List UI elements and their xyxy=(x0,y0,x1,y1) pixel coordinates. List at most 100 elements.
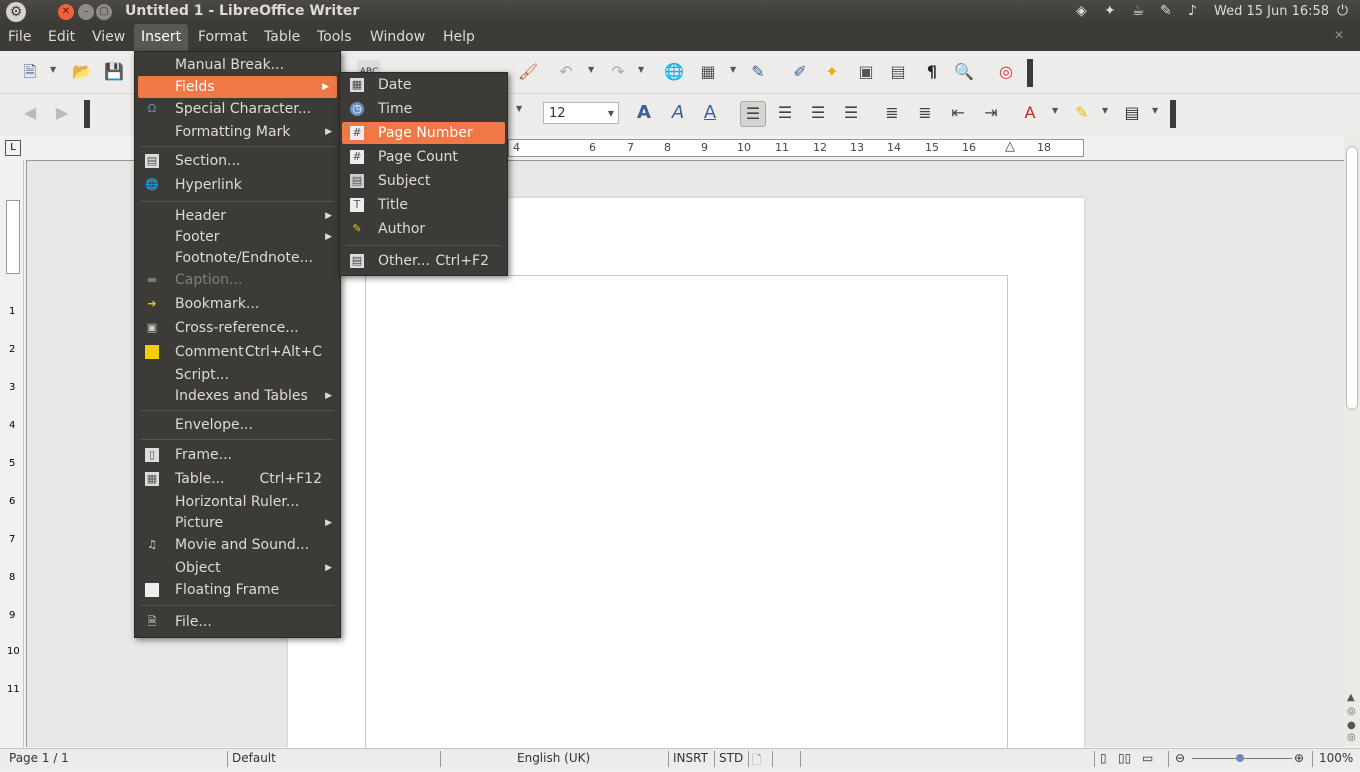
menu-item-table[interactable]: ▦ Table... Ctrl+F12 xyxy=(135,468,340,490)
messaging-icon[interactable]: ☕ xyxy=(1132,3,1145,19)
menu-item-title[interactable]: T Title xyxy=(340,194,507,216)
gallery-icon[interactable]: ▣ xyxy=(854,60,878,84)
align-center-icon[interactable]: ☰ xyxy=(773,101,797,125)
network-icon[interactable]: ◈ xyxy=(1076,3,1087,19)
menu-item-caption[interactable]: ▬ Caption... xyxy=(135,269,340,291)
menu-view[interactable]: View xyxy=(85,24,132,51)
navigator-icon[interactable]: ✦ xyxy=(820,60,844,84)
menu-edit[interactable]: Edit xyxy=(41,24,82,51)
menu-item-bookmark[interactable]: ➜ Bookmark... xyxy=(135,293,340,315)
menu-item-picture[interactable]: Picture ▶ xyxy=(135,512,340,534)
zoom-level[interactable]: 100% xyxy=(1319,751,1353,765)
hyperlink-icon[interactable]: 🌐 xyxy=(662,60,686,84)
menu-item-footnote[interactable]: Footnote/Endnote... xyxy=(135,247,340,269)
new-document-icon[interactable]: 🗎 xyxy=(18,60,42,84)
background-dropdown-icon[interactable]: ▼ xyxy=(1152,106,1158,115)
save-icon[interactable]: 💾 xyxy=(102,60,126,84)
menu-help[interactable]: Help xyxy=(436,24,482,51)
minimize-window-button[interactable]: – xyxy=(78,4,94,20)
menu-item-page-number[interactable]: # Page Number xyxy=(342,122,505,144)
show-draw-functions-icon[interactable]: ✎ xyxy=(746,60,770,84)
justify-icon[interactable]: ☰ xyxy=(839,101,863,125)
font-name-dropdown-icon[interactable]: ▼ xyxy=(516,104,522,113)
book-view-icon[interactable]: ▭ xyxy=(1142,751,1153,765)
menu-item-other[interactable]: ▤ Other... Ctrl+F2 xyxy=(340,250,507,272)
new-dropdown-icon[interactable]: ▼ xyxy=(50,65,56,74)
underline-icon[interactable]: A xyxy=(698,101,722,125)
menu-item-comment[interactable]: Comment Ctrl+Alt+C xyxy=(135,341,340,363)
decrease-indent-icon[interactable]: ⇤ xyxy=(946,101,970,125)
menu-item-frame[interactable]: ▯ Frame... xyxy=(135,444,340,466)
close-window-button[interactable]: ✕ xyxy=(58,4,74,20)
dropbox-icon[interactable]: ✦ xyxy=(1104,3,1116,19)
menubar-close-icon[interactable]: ✕ xyxy=(1334,28,1344,42)
power-icon[interactable]: ⏻ xyxy=(1337,3,1348,19)
font-color-icon[interactable]: A xyxy=(1018,101,1042,125)
maximize-window-button[interactable]: ▢ xyxy=(96,4,112,20)
clone-formatting-icon[interactable]: 🖌 xyxy=(516,60,540,84)
page-style[interactable]: Default xyxy=(232,751,276,765)
menu-item-subject[interactable]: ▤ Subject xyxy=(340,170,507,192)
menu-item-floating-frame[interactable]: Floating Frame xyxy=(135,579,340,601)
tab-type-icon[interactable]: L xyxy=(5,140,21,156)
menu-item-script[interactable]: Script... xyxy=(135,364,340,386)
menu-item-author[interactable]: ✎ Author xyxy=(340,218,507,240)
font-size-dropdown-icon[interactable]: ▼ xyxy=(608,103,614,125)
menu-item-hyperlink[interactable]: 🌐 Hyperlink xyxy=(135,174,340,196)
help-icon[interactable]: ◎ xyxy=(994,60,1018,84)
find-replace-icon[interactable]: ✐ xyxy=(788,60,812,84)
menu-table[interactable]: Table xyxy=(257,24,307,51)
menu-item-footer[interactable]: Footer ▶ xyxy=(135,226,340,248)
zoom-in-icon[interactable]: ⊕ xyxy=(1294,751,1304,765)
menu-item-formatting-mark[interactable]: Formatting Mark ▶ xyxy=(135,121,340,143)
zoom-icon[interactable]: 🔍 xyxy=(952,60,976,84)
page-indicator[interactable]: Page 1 / 1 xyxy=(9,751,69,765)
redo-icon[interactable]: ↷ xyxy=(606,60,630,84)
zoom-slider-handle[interactable] xyxy=(1236,754,1244,762)
bold-icon[interactable]: A xyxy=(632,101,656,125)
toolbar-handle[interactable] xyxy=(1027,59,1033,87)
table-dropdown-icon[interactable]: ▼ xyxy=(730,65,736,74)
language-indicator[interactable]: English (UK) xyxy=(517,751,590,765)
redo-dropdown-icon[interactable]: ▼ xyxy=(638,65,644,74)
single-page-view-icon[interactable]: ▯ xyxy=(1100,751,1107,765)
highlighting-icon[interactable]: ✎ xyxy=(1070,101,1094,125)
formatting-marks-icon[interactable]: ¶ xyxy=(920,60,944,84)
menu-item-section[interactable]: ▤ Section... xyxy=(135,150,340,172)
clock[interactable]: Wed 15 Jun 16:58 xyxy=(1214,4,1329,19)
pen-icon[interactable]: ✎ xyxy=(1160,3,1172,19)
open-icon[interactable]: 📂 xyxy=(70,60,94,84)
menu-item-date[interactable]: ▦ Date xyxy=(340,74,507,96)
undo-icon[interactable]: ↶ xyxy=(554,60,578,84)
undo-dropdown-icon[interactable]: ▼ xyxy=(588,65,594,74)
insert-mode[interactable]: INSRT xyxy=(673,751,708,765)
scrollbar-thumb[interactable] xyxy=(1346,146,1358,410)
menu-item-header[interactable]: Header ▶ xyxy=(135,205,340,227)
dash-icon[interactable]: ⚙ xyxy=(6,2,26,22)
scroll-up-icon[interactable]: ▲ xyxy=(1347,692,1355,703)
menu-item-time[interactable]: ◷ Time xyxy=(340,98,507,120)
menu-item-page-count[interactable]: # Page Count xyxy=(340,146,507,168)
toolbar-handle-2[interactable] xyxy=(84,100,90,128)
numbering-icon[interactable]: ≣ xyxy=(880,101,904,125)
table-icon[interactable]: ▦ xyxy=(696,60,720,84)
menu-file[interactable]: File xyxy=(1,24,38,51)
menu-item-cross-reference[interactable]: ▣ Cross-reference... xyxy=(135,317,340,339)
document-modified-icon[interactable]: 🗋 xyxy=(752,751,762,772)
increase-indent-icon[interactable]: ⇥ xyxy=(979,101,1003,125)
menu-item-manual-break[interactable]: Manual Break... xyxy=(135,54,340,76)
navigation-icon[interactable]: ● xyxy=(1347,720,1356,731)
menu-item-file[interactable]: 🗎 File... xyxy=(135,611,340,633)
data-sources-icon[interactable]: ▤ xyxy=(886,60,910,84)
menu-item-indexes-and-tables[interactable]: Indexes and Tables ▶ xyxy=(135,385,340,407)
align-right-icon[interactable]: ☰ xyxy=(806,101,830,125)
menu-insert[interactable]: Insert xyxy=(134,24,189,51)
bullets-icon[interactable]: ≣ xyxy=(913,101,937,125)
next-page-icon[interactable]: ◎ xyxy=(1347,732,1356,743)
forward-icon[interactable]: ▶ xyxy=(50,101,74,125)
highlighting-dropdown-icon[interactable]: ▼ xyxy=(1102,106,1108,115)
text-boundaries[interactable] xyxy=(365,275,1008,756)
zoom-out-icon[interactable]: ⊖ xyxy=(1175,751,1185,765)
menu-item-movie-and-sound[interactable]: ♫ Movie and Sound... xyxy=(135,534,340,556)
menu-format[interactable]: Format xyxy=(191,24,254,51)
